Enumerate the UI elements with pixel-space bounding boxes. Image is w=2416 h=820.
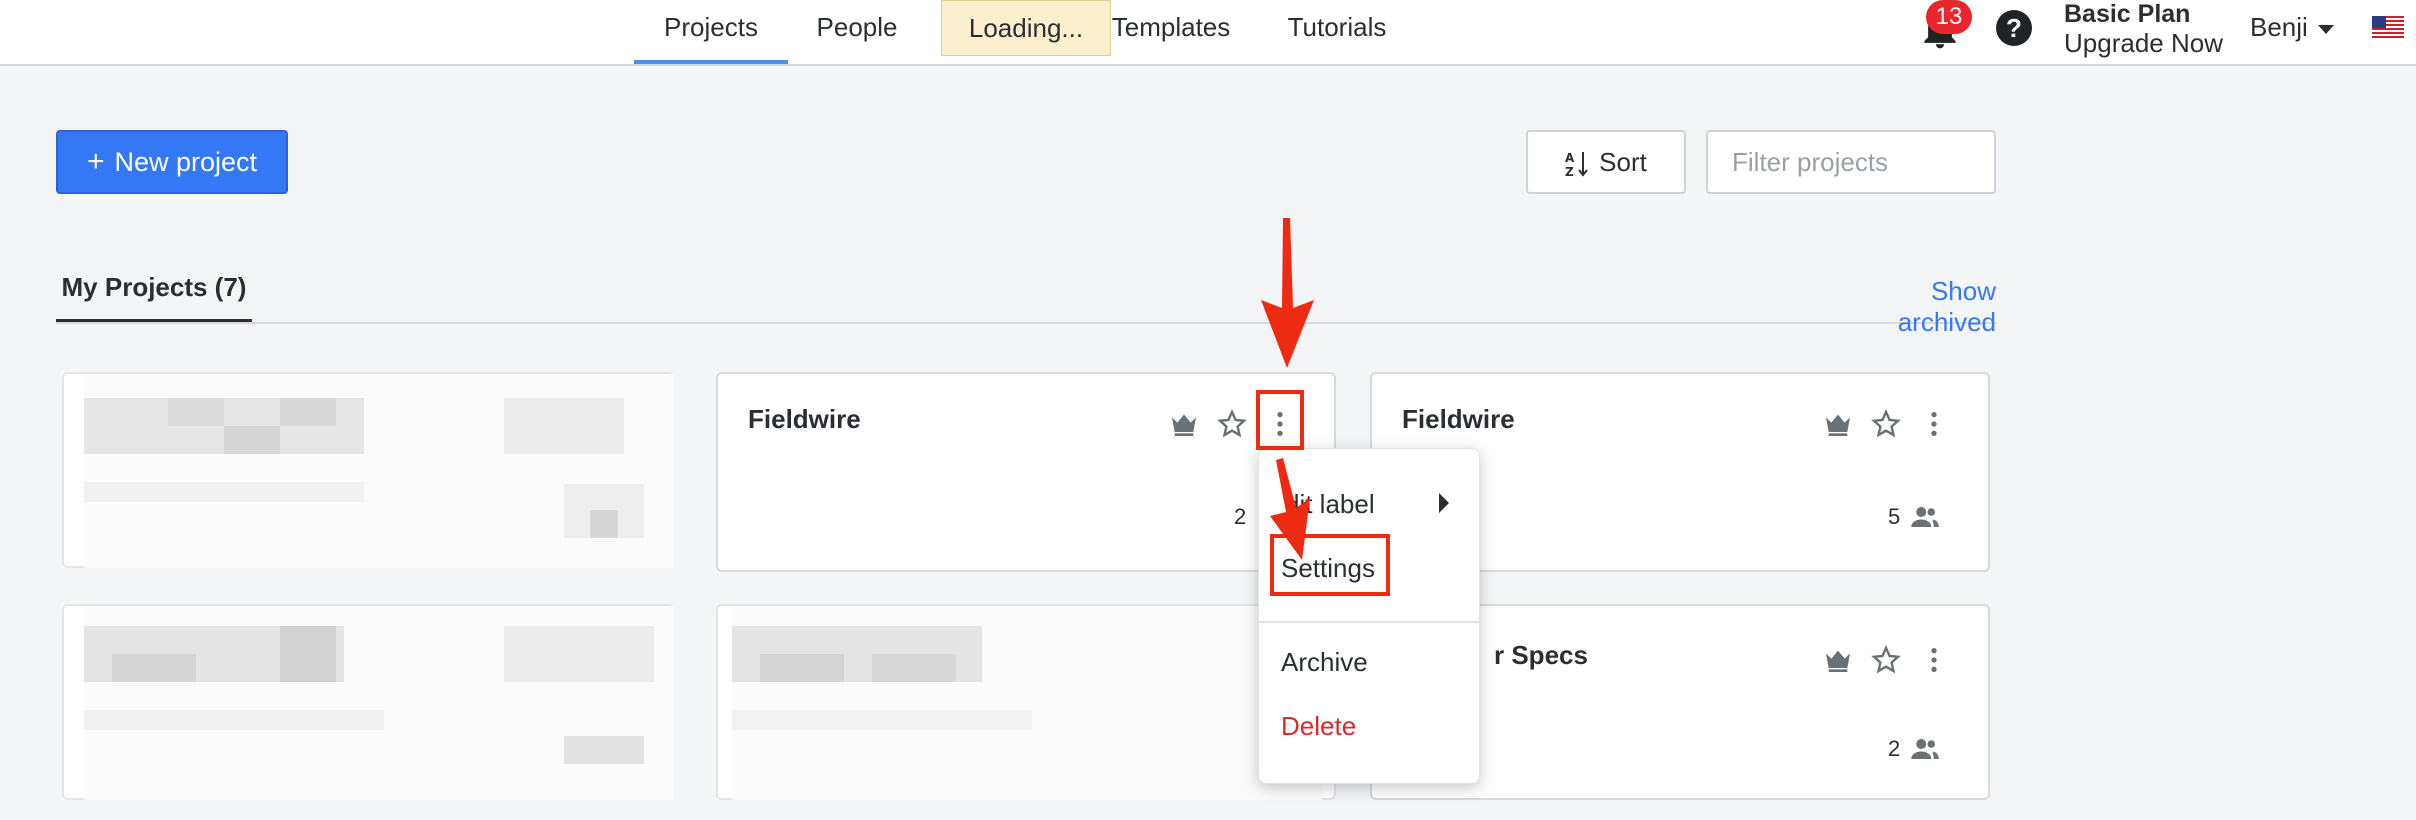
section-divider (56, 322, 1996, 324)
member-count: 2 (1888, 736, 1901, 761)
menu-divider (1259, 621, 1479, 623)
svg-text:Z: Z (1565, 165, 1574, 178)
redacted-content (84, 374, 674, 568)
star-icon[interactable] (1870, 644, 1902, 676)
filter-projects-input[interactable] (1706, 130, 1996, 194)
project-card-redacted[interactable] (62, 372, 674, 568)
sort-az-icon: A Z (1565, 151, 1588, 179)
new-project-button[interactable]: + New project (56, 130, 288, 194)
notification-badge[interactable]: 13 (1926, 0, 1972, 34)
plan-name: Basic Plan (2064, 0, 2191, 28)
top-navigation-bar: Projects People Loading... Templates Tut… (0, 0, 2416, 66)
members-icon (1911, 507, 1939, 527)
menu-item-edit-label[interactable]: dit label (1285, 489, 1375, 520)
loading-indicator: Loading... (941, 0, 1111, 56)
member-count: 2 (1234, 504, 1247, 529)
project-card[interactable]: Fieldwire 2 (716, 372, 1336, 572)
tab-templates[interactable]: Templates (1108, 0, 1234, 64)
crown-icon[interactable] (1822, 644, 1854, 676)
upgrade-link[interactable]: Upgrade Now (2064, 28, 2223, 59)
tab-my-projects[interactable]: My Projects (7) (56, 272, 252, 322)
redacted-content (84, 606, 674, 800)
submenu-arrow-icon (1439, 493, 1449, 513)
project-context-menu: dit label Settings Archive Delete (1258, 448, 1480, 784)
help-icon[interactable]: ? (1996, 10, 2032, 46)
star-icon[interactable] (1216, 408, 1248, 440)
highlight-box-more-button (1256, 390, 1304, 450)
crown-icon[interactable] (1822, 408, 1854, 440)
crown-icon[interactable] (1168, 408, 1200, 440)
highlight-box-settings (1270, 534, 1390, 596)
tab-people[interactable]: People (800, 0, 914, 64)
show-archived-link[interactable]: Show archived (1830, 276, 1996, 338)
menu-item-archive[interactable]: Archive (1281, 647, 1368, 678)
more-vertical-icon[interactable] (1918, 408, 1950, 440)
user-menu[interactable]: Benji (2250, 12, 2334, 43)
project-title: Fieldwire (748, 404, 861, 434)
more-vertical-icon[interactable] (1918, 644, 1950, 676)
project-card-redacted[interactable] (62, 604, 674, 800)
tab-projects[interactable]: Projects (634, 0, 788, 64)
menu-item-delete[interactable]: Delete (1281, 711, 1356, 742)
user-name: Benji (2250, 12, 2308, 42)
project-title: r Specs (1494, 640, 1588, 670)
redacted-content (732, 606, 1322, 800)
svg-text:A: A (1565, 151, 1575, 165)
caret-down-icon (2317, 24, 2334, 34)
members-icon (1911, 739, 1939, 759)
project-card-redacted[interactable] (716, 604, 1336, 800)
arrow-down-icon (1261, 218, 1314, 368)
plus-icon: + (86, 145, 105, 178)
sort-button[interactable]: A Z Sort (1526, 130, 1686, 194)
star-icon[interactable] (1870, 408, 1902, 440)
member-count: 5 (1888, 504, 1901, 529)
tab-tutorials[interactable]: Tutorials (1280, 0, 1394, 64)
us-flag-icon[interactable] (2372, 16, 2404, 40)
project-title: Fieldwire (1402, 404, 1515, 434)
